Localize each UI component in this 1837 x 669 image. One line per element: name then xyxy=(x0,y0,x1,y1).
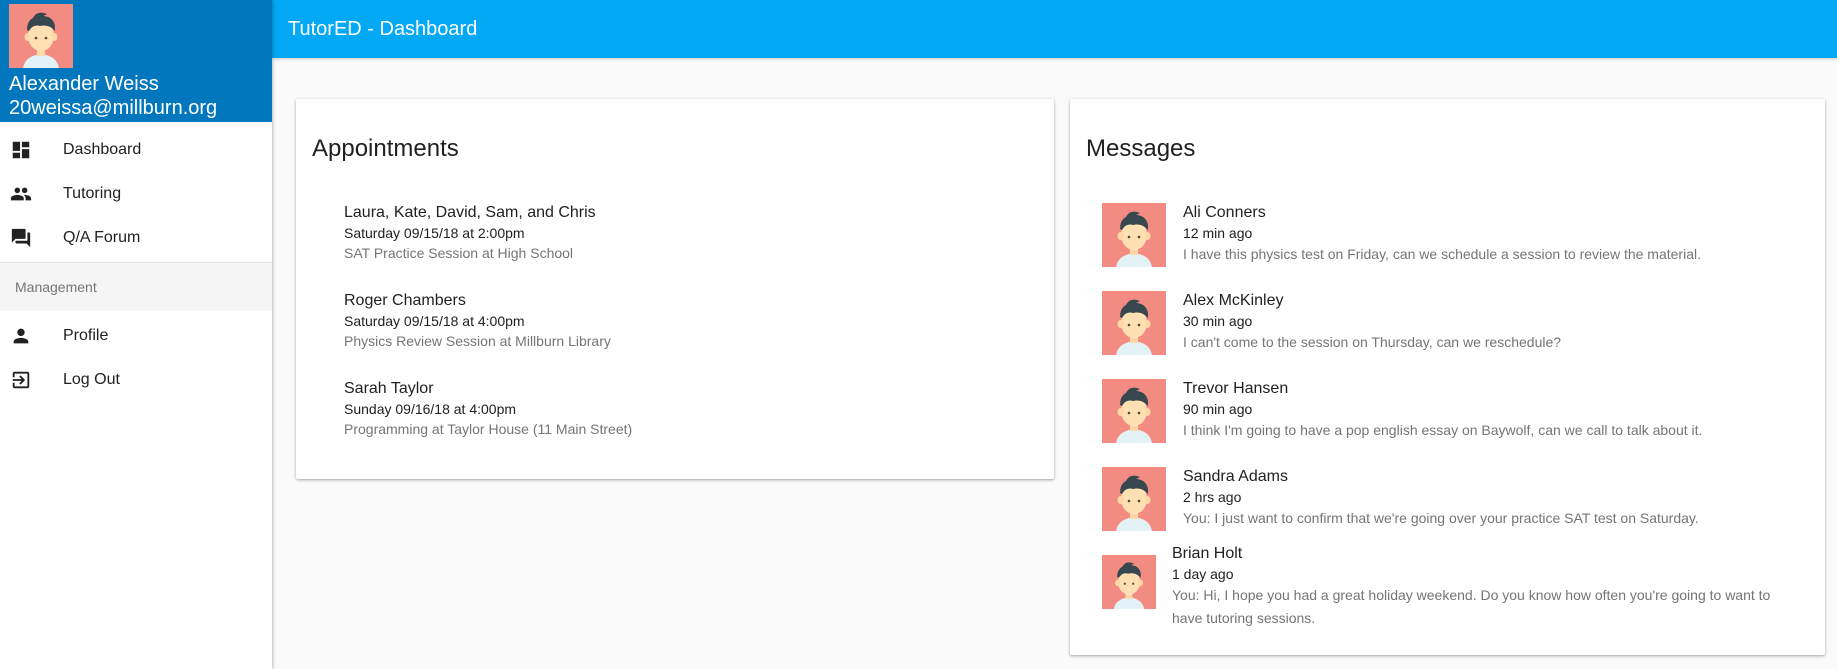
people-icon xyxy=(10,183,32,205)
appointment-description: Physics Review Session at Millburn Libra… xyxy=(344,333,611,349)
message-item[interactable]: Alex McKinley 30 min ago I can't come to… xyxy=(1102,291,1793,355)
sender-avatar xyxy=(1102,467,1166,531)
nav-item-dashboard[interactable]: Dashboard xyxy=(0,128,272,172)
nav-item-label: Q/A Forum xyxy=(63,229,141,246)
appointments-title: Appointments xyxy=(312,135,459,162)
message-sender: Brian Holt xyxy=(1172,545,1243,562)
message-item[interactable]: Trevor Hansen 90 min ago I think I'm goi… xyxy=(1102,379,1793,443)
appointment-time: Saturday 09/15/18 at 2:00pm xyxy=(344,225,525,241)
appointment-people: Laura, Kate, David, Sam, and Chris xyxy=(344,204,596,221)
appointment-time: Saturday 09/15/18 at 4:00pm xyxy=(344,313,525,329)
nav-item-tutoring[interactable]: Tutoring xyxy=(0,172,272,216)
messages-card: Messages Ali Conners 12 min ago I have t… xyxy=(1070,99,1825,655)
message-time: 90 min ago xyxy=(1183,401,1253,417)
forum-icon xyxy=(10,227,32,249)
message-preview: I have this physics test on Friday, can … xyxy=(1183,246,1701,262)
app-bar: TutorED - Dashboard xyxy=(272,0,1837,58)
nav-item-qa-forum[interactable]: Q/A Forum xyxy=(0,216,272,260)
page-title: TutorED - Dashboard xyxy=(288,17,478,40)
sender-avatar xyxy=(1102,203,1166,267)
appointments-card: Appointments Laura, Kate, David, Sam, an… xyxy=(296,99,1054,479)
appointment-people: Sarah Taylor xyxy=(344,380,434,397)
nav-subheader: Management xyxy=(0,263,272,311)
message-time: 1 day ago xyxy=(1172,566,1234,582)
message-preview: I think I'm going to have a pop english … xyxy=(1183,422,1703,438)
nav-item-label: Log Out xyxy=(63,371,120,388)
user-avatar xyxy=(9,4,73,68)
management-nav: Profile Log Out xyxy=(0,314,272,402)
nav-item-label: Dashboard xyxy=(63,141,142,158)
messages-title: Messages xyxy=(1086,135,1196,162)
user-email: 20weissa@millburn.org xyxy=(9,97,218,119)
main-nav: Dashboard Tutoring Q/A Forum xyxy=(0,128,272,260)
message-sender: Sandra Adams xyxy=(1183,468,1288,485)
sidebar: Alexander Weiss 20weissa@millburn.org Da… xyxy=(0,0,272,669)
message-preview: I can't come to the session on Thursday,… xyxy=(1183,334,1562,350)
message-item[interactable]: Ali Conners 12 min ago I have this physi… xyxy=(1102,203,1793,267)
message-sender: Trevor Hansen xyxy=(1183,380,1289,397)
appointment-description: SAT Practice Session at High School xyxy=(344,245,574,261)
appointment-people: Roger Chambers xyxy=(344,292,466,309)
sender-avatar xyxy=(1102,555,1156,609)
message-time: 30 min ago xyxy=(1183,313,1253,329)
nav-item-profile[interactable]: Profile xyxy=(0,314,272,358)
sender-avatar xyxy=(1102,291,1166,355)
message-item[interactable]: Sandra Adams 2 hrs ago You: I just want … xyxy=(1102,467,1793,531)
nav-item-log-out[interactable]: Log Out xyxy=(0,358,272,402)
appointment-description: Programming at Taylor House (11 Main Str… xyxy=(344,421,633,437)
sender-avatar xyxy=(1102,379,1166,443)
appointment-item[interactable]: Roger Chambers Saturday 09/15/18 at 4:00… xyxy=(344,291,611,351)
appointment-time: Sunday 09/16/18 at 4:00pm xyxy=(344,401,517,417)
message-preview: You: I just want to confirm that we're g… xyxy=(1183,510,1699,526)
message-sender: Ali Conners xyxy=(1183,204,1266,221)
logout-icon xyxy=(10,369,32,391)
message-time: 12 min ago xyxy=(1183,225,1253,241)
dashboard-icon xyxy=(10,139,32,161)
message-item[interactable]: Brian Holt 1 day ago You: Hi, I hope you… xyxy=(1102,544,1782,630)
message-preview: You: Hi, I hope you had a great holiday … xyxy=(1172,587,1771,626)
appointment-item[interactable]: Laura, Kate, David, Sam, and Chris Satur… xyxy=(344,203,596,263)
profile-header: Alexander Weiss 20weissa@millburn.org xyxy=(0,0,272,122)
person-icon xyxy=(10,325,32,347)
nav-item-label: Profile xyxy=(63,327,109,344)
message-sender: Alex McKinley xyxy=(1183,292,1284,309)
user-name: Alexander Weiss xyxy=(9,73,159,95)
appointment-item[interactable]: Sarah Taylor Sunday 09/16/18 at 4:00pm P… xyxy=(344,379,632,439)
message-time: 2 hrs ago xyxy=(1183,489,1242,505)
nav-item-label: Tutoring xyxy=(63,185,122,202)
